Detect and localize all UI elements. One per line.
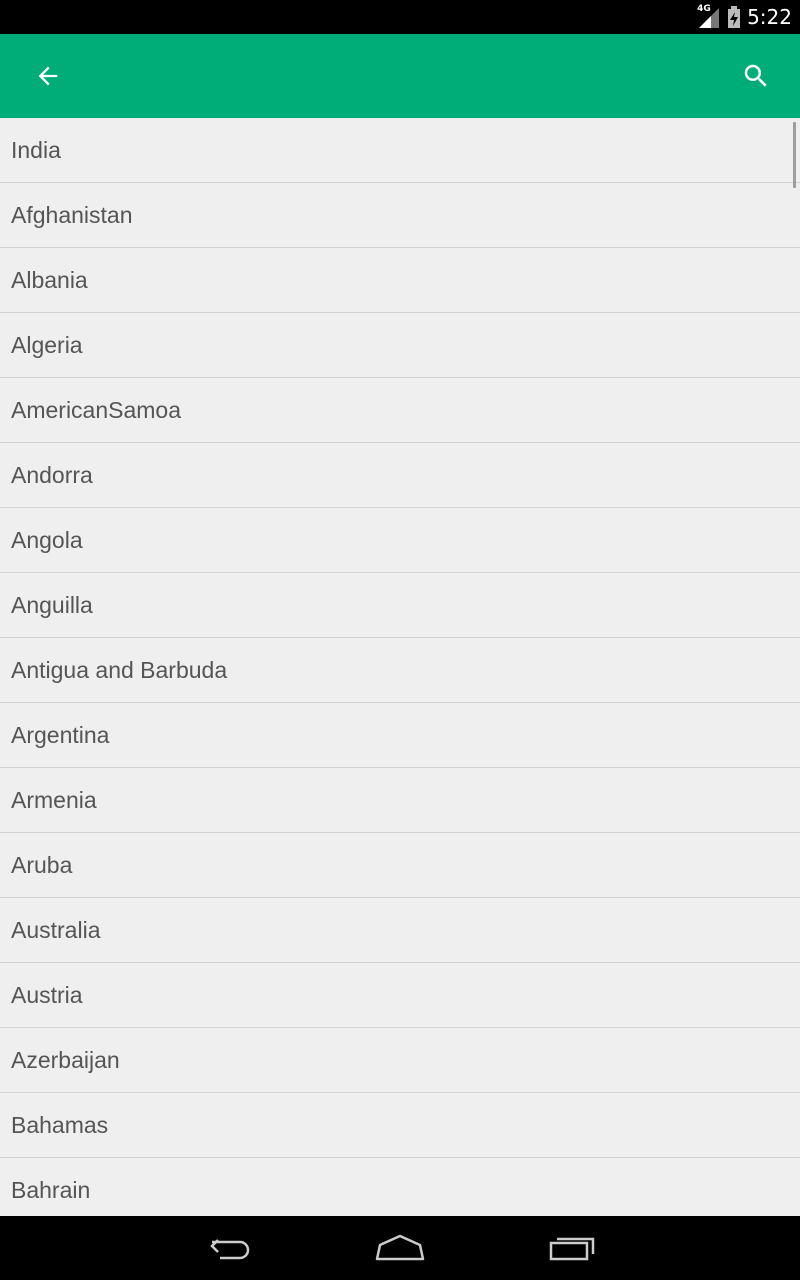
list-item[interactable]: Argentina [0, 703, 800, 768]
list-item[interactable]: Albania [0, 248, 800, 313]
list-item[interactable]: Antigua and Barbuda [0, 638, 800, 703]
list-item[interactable]: Bahamas [0, 1093, 800, 1158]
nav-home-icon [375, 1234, 425, 1261]
country-label: Albania [11, 266, 88, 293]
nav-recents-button[interactable] [539, 1228, 603, 1268]
search-icon [744, 64, 767, 87]
list-item[interactable]: AmericanSamoa [0, 378, 800, 443]
list-item[interactable]: Bahrain [0, 1158, 800, 1216]
list-item[interactable]: Australia [0, 898, 800, 963]
list-item[interactable]: Anguilla [0, 573, 800, 638]
navigation-bar [0, 1216, 800, 1280]
nav-home-button[interactable] [368, 1228, 432, 1268]
nav-back-icon [210, 1239, 250, 1260]
back-button[interactable] [24, 52, 72, 100]
status-clock: 5:22 [747, 5, 792, 29]
country-label: Angola [11, 526, 83, 553]
battery-icon [727, 5, 741, 29]
list-item[interactable]: India [0, 118, 800, 183]
country-label: Bahrain [11, 1176, 91, 1203]
list-item[interactable]: Angola [0, 508, 800, 573]
list-item[interactable]: Aruba [0, 833, 800, 898]
arrow-left-icon [38, 66, 58, 86]
country-label: AmericanSamoa [11, 396, 182, 423]
list-item[interactable]: Algeria [0, 313, 800, 378]
country-list[interactable]: India Afghanistan Albania Algeria Americ… [0, 118, 800, 1216]
list-item[interactable]: Andorra [0, 443, 800, 508]
country-label: Aruba [11, 851, 73, 878]
list-item[interactable]: Armenia [0, 768, 800, 833]
scrollbar[interactable] [793, 122, 796, 188]
search-button[interactable] [732, 52, 780, 100]
country-label: Afghanistan [11, 201, 133, 228]
country-label: Anguilla [11, 591, 93, 618]
country-label: Austria [11, 981, 83, 1008]
app-bar [0, 34, 800, 118]
nav-recents-icon [549, 1237, 595, 1261]
signal-icon: 4G [697, 4, 721, 29]
country-label: Bahamas [11, 1111, 109, 1138]
nav-back-button[interactable] [198, 1228, 262, 1268]
country-label: Andorra [11, 461, 93, 488]
country-label: Argentina [11, 721, 110, 748]
status-bar: 4G 5:22 [0, 0, 800, 34]
list-item[interactable]: Afghanistan [0, 183, 800, 248]
country-label: Armenia [11, 786, 97, 813]
country-label: Algeria [11, 331, 83, 358]
list-item[interactable]: Austria [0, 963, 800, 1028]
list-item[interactable]: Azerbaijan [0, 1028, 800, 1093]
country-label: Australia [11, 916, 101, 943]
country-label: India [11, 136, 61, 163]
country-label: Azerbaijan [11, 1046, 120, 1073]
status-icons: 4G 5:22 [697, 4, 792, 30]
country-label: Antigua and Barbuda [11, 656, 228, 683]
